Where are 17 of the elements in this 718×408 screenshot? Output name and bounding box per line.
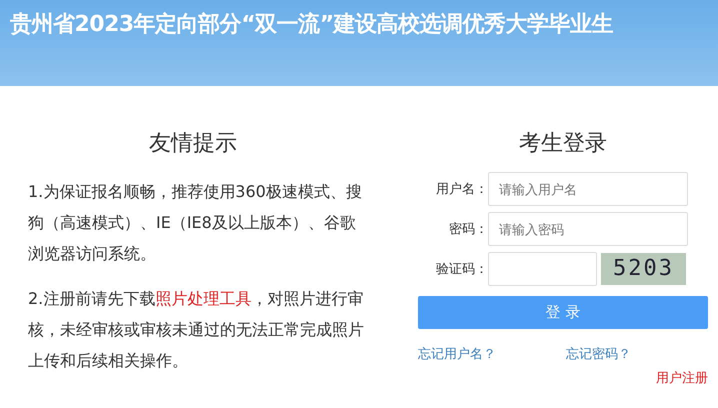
notice-title: 友情提示 [148,130,238,158]
notice-paragraph: 2.注册前请先下载照片处理工具，对照片进行审核，未经审核或审核未通过的无法正常完成照片上传和后续相关操作。 [28,288,365,372]
captcha-field[interactable] [488,252,597,286]
forgot-password-link[interactable]: 忘记密码？ [566,345,631,363]
field-label: 用户名： [435,181,488,198]
username-field[interactable]: 请输入用户名 [488,172,688,206]
password-field[interactable]: 请输入密码 [488,212,688,246]
register-link[interactable]: 用户注册 [656,371,708,386]
captcha-image[interactable]: 5203 [601,253,686,285]
forgot-username-link[interactable]: 忘记用户名？ [418,345,496,363]
notice-paragraph: 1.为保证报名顺畅，推荐使用360极速模式、搜狗（高速模式）、IE（IE8及以上版本）、谷歌浏览器访问系统。 [28,181,363,265]
page-title: 贵州省2023年定向部分“双一流”建设高校选调优秀大学毕业生 [10,10,614,39]
login-button[interactable]: 登 录 [418,296,708,329]
login-title: 考生登录 [518,130,608,158]
field-label: 验证码： [435,261,488,278]
tool-link[interactable]: 照片处理工具 [155,289,252,308]
field-label: 密码： [448,221,488,238]
